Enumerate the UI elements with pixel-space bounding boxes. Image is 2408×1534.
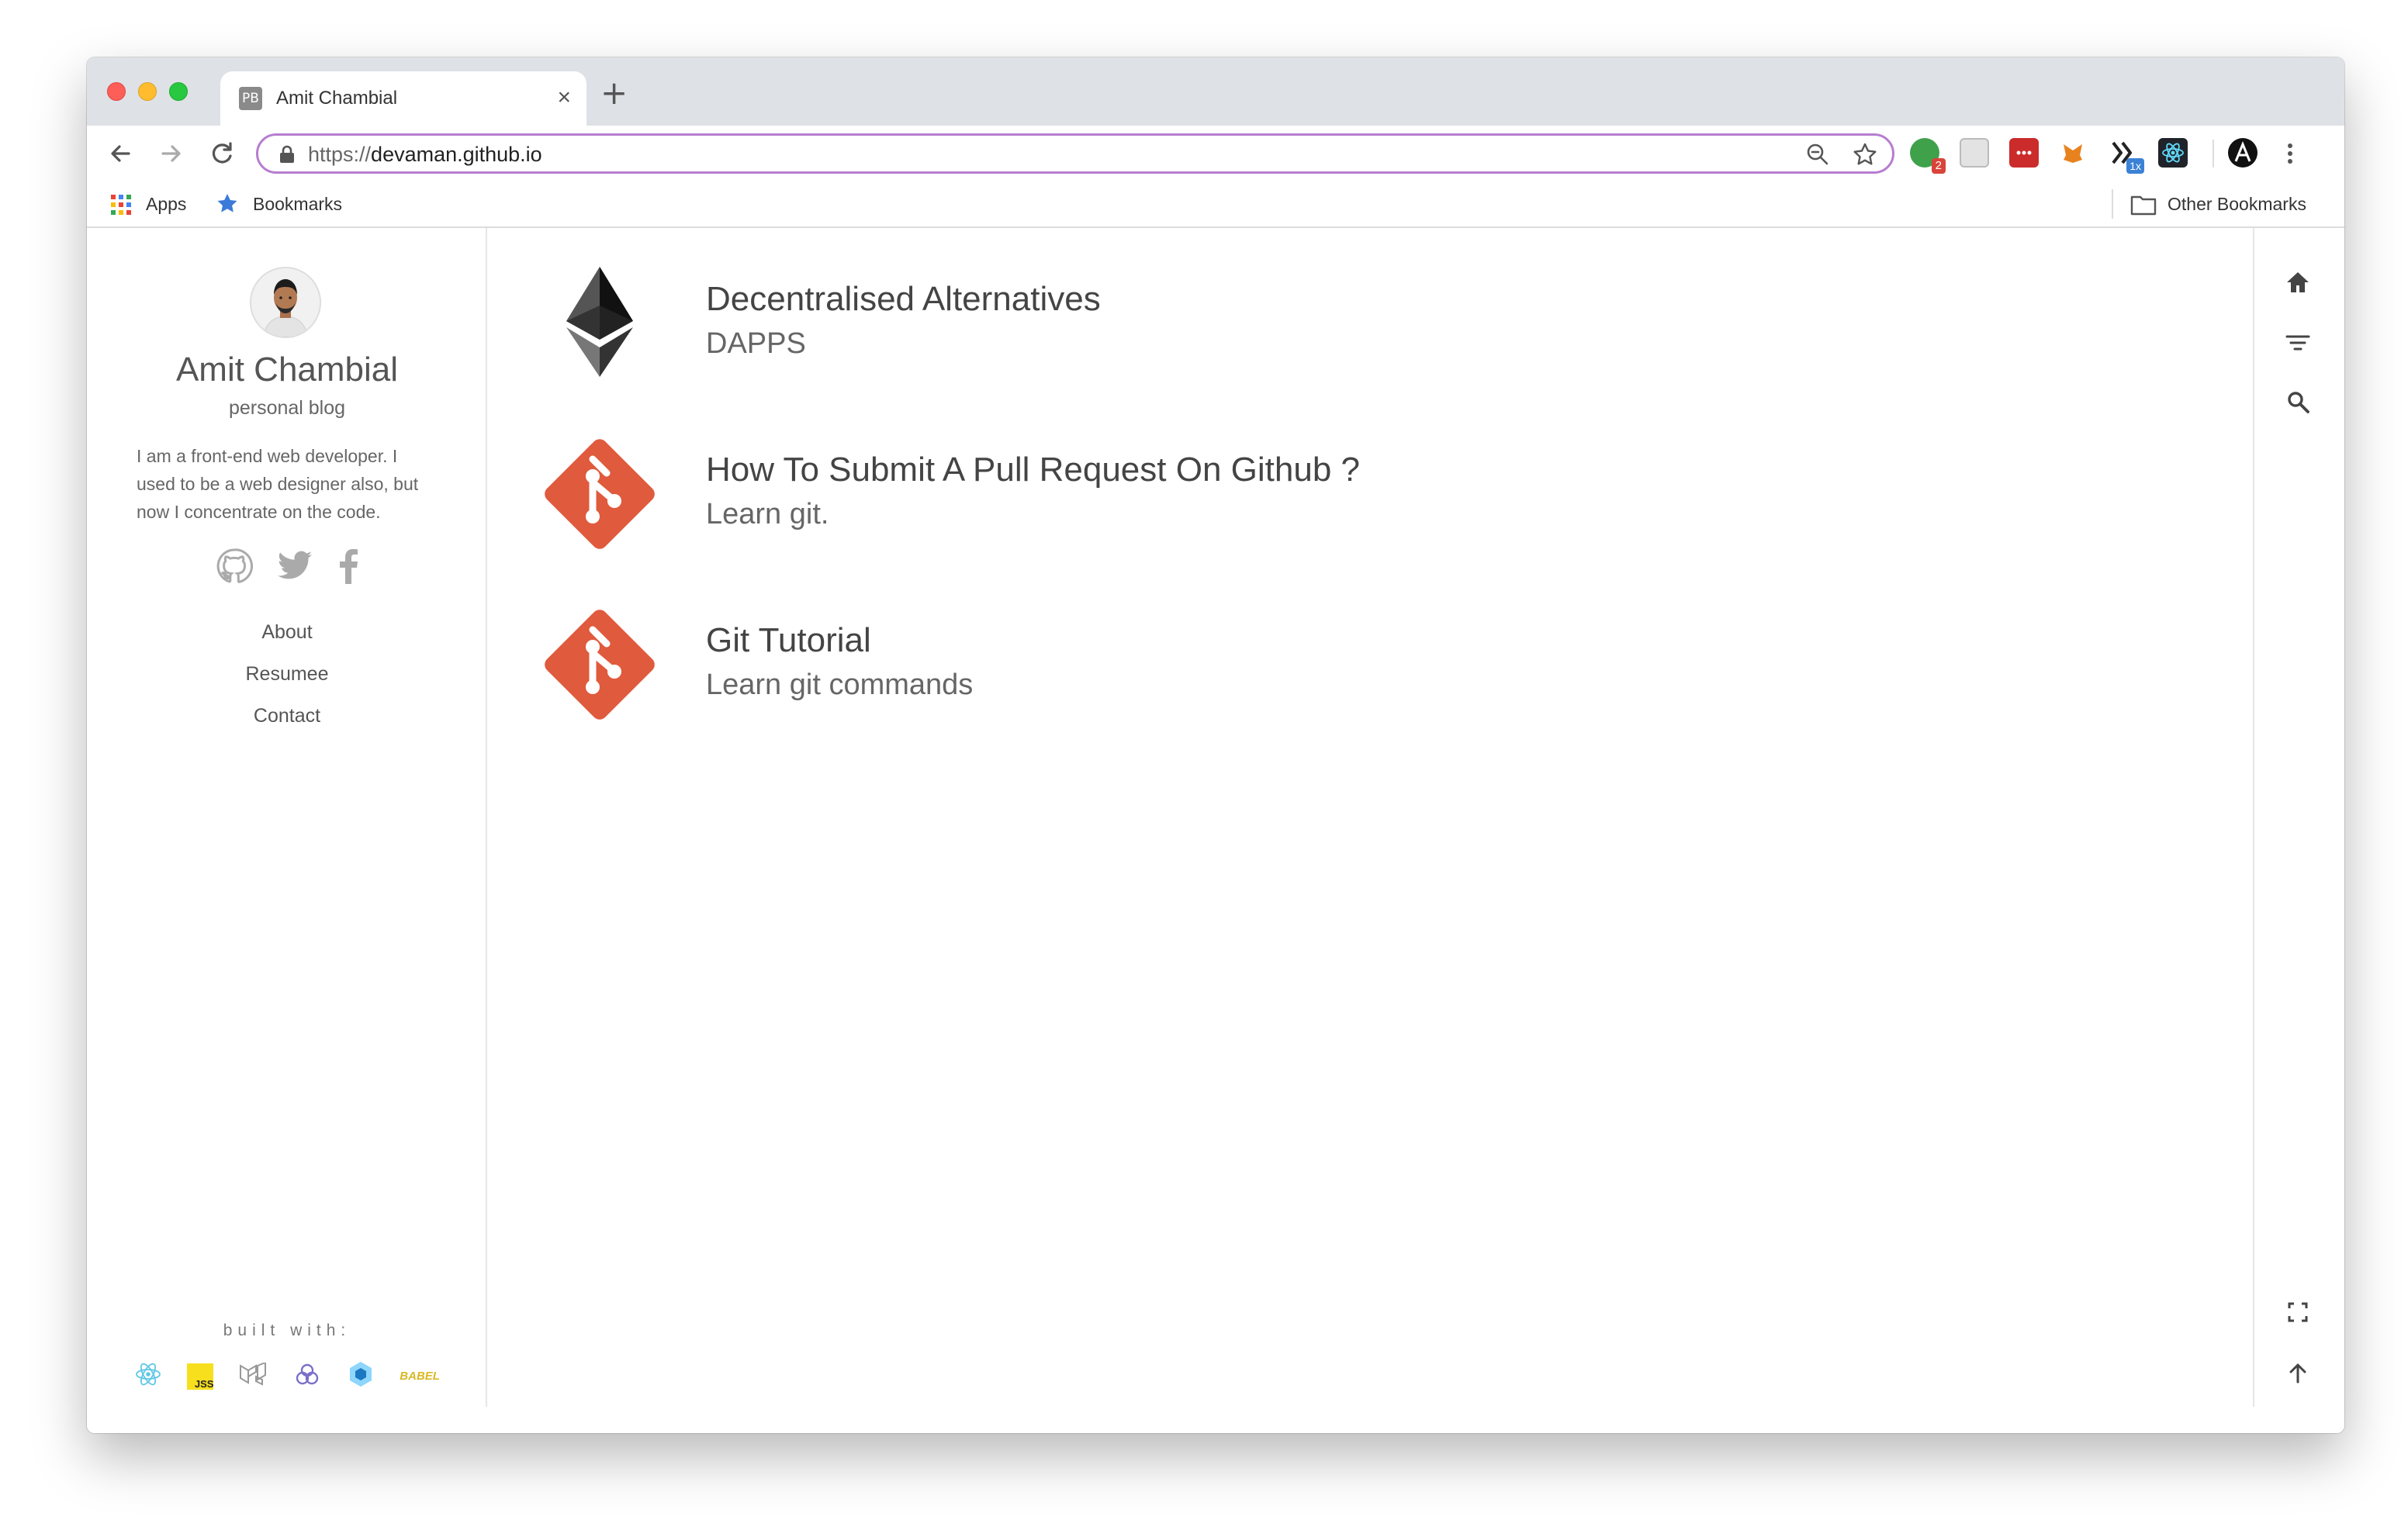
home-icon[interactable] [2281, 265, 2315, 299]
arrow-up-icon[interactable] [2281, 1356, 2315, 1390]
browser-tab[interactable]: PB Amit Chambial × [220, 71, 586, 126]
github-icon[interactable] [216, 548, 253, 589]
url-host: devaman.github.io [371, 143, 542, 166]
filter-icon[interactable] [2281, 326, 2315, 360]
profile-sidebar: Amit Chambial personal blog I am a front… [87, 228, 487, 1407]
extension-1-icon[interactable]: 2 [1910, 138, 1946, 174]
extension-4-icon[interactable] [2059, 138, 2088, 168]
extension-2-icon[interactable] [1960, 138, 1989, 168]
forward-button[interactable] [152, 135, 189, 172]
url-scheme: https:// [308, 143, 372, 166]
post-title[interactable]: Decentralised Alternatives [706, 278, 1101, 321]
browser-toolbar: https://devaman.github.io 2 1x [87, 126, 2344, 181]
folder-icon [2130, 194, 2157, 219]
reload-button[interactable] [203, 135, 240, 172]
babel-icon: BABEL [400, 1370, 440, 1383]
jss-icon: JSS [187, 1363, 214, 1390]
right-toolbar [2253, 228, 2344, 1407]
lock-icon [279, 145, 296, 168]
post-title[interactable]: Git Tutorial [706, 619, 871, 662]
new-tab-button[interactable]: + [600, 76, 628, 110]
address-bar[interactable]: https://devaman.github.io [256, 133, 1894, 174]
post-item[interactable]: Decentralised Alternatives DAPPS [541, 250, 1628, 389]
nav-resumee-link[interactable]: Resumee [87, 653, 487, 695]
tech-icons: JSS BABEL [87, 1360, 487, 1392]
react-icon [134, 1360, 162, 1392]
zoom-icon[interactable] [1805, 142, 1830, 171]
avatar [250, 267, 321, 338]
window-close-button[interactable] [107, 82, 126, 101]
nav-about-link[interactable]: About [87, 611, 487, 653]
window-maximize-button[interactable] [169, 82, 188, 101]
post-subtitle: Learn git. [706, 498, 829, 530]
ethereum-icon [541, 265, 658, 382]
toolbar-divider [2213, 140, 2214, 168]
browser-window: PB Amit Chambial × + https://devaman.git… [87, 57, 2344, 1433]
twitter-icon[interactable] [278, 551, 313, 586]
search-icon[interactable] [2281, 385, 2315, 419]
tab-strip: PB Amit Chambial × + [87, 57, 2344, 126]
profile-bio: I am a front-end web developer. I used t… [137, 446, 419, 522]
bookmark-apps[interactable]: Apps [146, 192, 186, 216]
post-item[interactable]: How To Submit A Pull Request On Github ?… [541, 420, 1628, 560]
bookmark-other[interactable]: Other Bookmarks [2168, 192, 2306, 216]
extension-5-badge: 1x [2126, 158, 2144, 174]
fullscreen-icon[interactable] [2281, 1295, 2315, 1329]
material-ui-icon [239, 1361, 268, 1390]
window-minimize-button[interactable] [138, 82, 157, 101]
nav-contact-link[interactable]: Contact [87, 695, 487, 737]
tab-close-icon[interactable]: × [557, 84, 571, 112]
post-title[interactable]: How To Submit A Pull Request On Github ? [706, 448, 1360, 492]
bookmark-bookmarks[interactable]: Bookmarks [253, 192, 342, 216]
react-devtools-icon[interactable] [2158, 138, 2188, 168]
browser-menu-icon[interactable] [2284, 140, 2296, 171]
sidebar-nav: About Resumee Contact [87, 611, 487, 737]
extension-3-icon[interactable] [2009, 138, 2039, 168]
extension-1-badge: 2 [1931, 158, 1946, 174]
webpack-icon [347, 1360, 375, 1392]
git-icon [541, 606, 658, 723]
git-icon [541, 436, 658, 552]
profile-subtitle: personal blog [228, 397, 346, 419]
profile-name: Amit Chambial [175, 351, 399, 389]
facebook-icon[interactable] [338, 548, 358, 588]
apollo-icon [293, 1360, 321, 1392]
extension-5-icon[interactable]: 1x [2109, 138, 2144, 174]
post-subtitle: DAPPS [706, 327, 806, 360]
back-button[interactable] [102, 135, 140, 172]
built-with-label: built with: [223, 1322, 351, 1339]
bookmarks-bar: Apps Bookmarks Other Bookmarks [87, 181, 2344, 228]
post-item[interactable]: Git Tutorial Learn git commands [541, 591, 1628, 731]
url-text[interactable]: https://devaman.github.io [308, 142, 542, 167]
social-links [87, 548, 487, 589]
post-subtitle: Learn git commands [706, 669, 974, 701]
bookmarks-star-icon [216, 192, 239, 219]
profile-avatar[interactable] [2228, 138, 2258, 168]
jss-text: JSS [194, 1377, 214, 1390]
tab-title: Amit Chambial [276, 88, 398, 109]
apps-grid-icon [110, 194, 132, 219]
bookmarks-divider [2112, 189, 2113, 219]
bookmark-star-icon[interactable] [1852, 141, 1878, 171]
tab-favicon: PB [239, 87, 262, 110]
web-page: Amit Chambial personal blog I am a front… [87, 228, 2344, 1433]
